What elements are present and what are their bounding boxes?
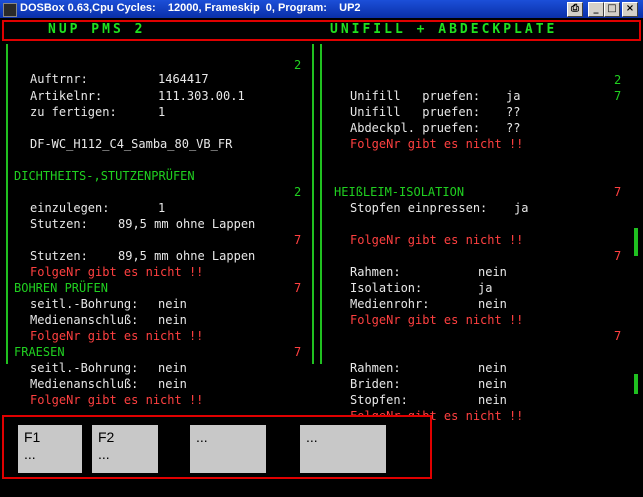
stopfen-einpressen-label: Stopfen einpressen: — [350, 201, 488, 215]
folgenr-warning: FolgeNr gibt es nicht !! — [350, 233, 524, 247]
rahmen-value: nein — [478, 265, 507, 279]
scrollbar-marker-2 — [634, 374, 638, 394]
right-step-number: 2 — [614, 73, 622, 87]
scrollbar-marker-1 — [634, 228, 638, 256]
center-divider-b — [320, 44, 322, 364]
auftrnr-value: 1464417 — [158, 72, 209, 86]
right-sequence-number: 7 — [614, 249, 622, 263]
medienrohr-label: Medienrohr: — [350, 297, 430, 311]
medienanschluss-label: Medienanschluß: — [30, 377, 139, 391]
seitl-bohrung-label: seitl.-Bohrung: — [30, 361, 139, 375]
section-bohren-number: 7 — [294, 281, 302, 295]
folgenr-warning: FolgeNr gibt es nicht !! — [350, 137, 524, 151]
abdeckpl-pruefen-value: ?? — [506, 121, 521, 135]
minimize-button[interactable]: _ — [588, 2, 604, 17]
section-dichtheit-title: DICHTHEITS-,STUTZENPRÜFEN — [14, 169, 195, 183]
right-sequence-number: 7 — [614, 89, 622, 103]
medienanschluss-value: nein — [158, 377, 187, 391]
window-title: DOSBox 0.63,Cpu Cycles: 12000, Frameskip… — [20, 2, 361, 14]
stopfen-einpressen-value: ja — [514, 201, 529, 215]
header-station-title: UNIFILL + ABDECKPLATE — [330, 22, 558, 37]
snapshot-icon[interactable]: ⎙ — [567, 2, 583, 17]
briden-label: Briden: — [350, 377, 401, 391]
zu-fertigen-value: 1 — [158, 105, 166, 119]
unifill-pruefen-label: Unifill pruefen: — [350, 89, 481, 103]
section-heissleim-title: HEIßLEIM-ISOLATION — [334, 185, 465, 199]
medienanschluss-value: nein — [158, 313, 187, 327]
article-code: DF-WC_H112_C4_Samba_80_VB_FR — [30, 137, 233, 151]
step-number: 2 — [294, 58, 302, 72]
section-dichtheit-number: 2 — [294, 185, 302, 199]
section-bohren-title: BOHREN PRÜFEN — [14, 281, 108, 295]
unifill-pruefen-label: Unifill pruefen: — [350, 105, 481, 119]
left-divider — [6, 44, 8, 364]
seitl-bohrung-value: nein — [158, 361, 187, 375]
seitl-bohrung-label: seitl.-Bohrung: — [30, 297, 139, 311]
stutzen-value: 89,5 mm ohne Lappen — [118, 249, 256, 263]
sequence-number: 7 — [294, 233, 302, 247]
maximize-button[interactable]: □ — [604, 2, 620, 17]
auftrnr-label: Auftrnr: — [30, 72, 88, 86]
f2-key-label: F2 — [98, 429, 115, 445]
function-key-button-3[interactable]: ... — [190, 425, 266, 473]
screen-header: NUP PMS 2 UNIFILL + ABDECKPLATE — [2, 20, 641, 41]
medienanschluss-label: Medienanschluß: — [30, 313, 139, 327]
close-button[interactable]: × — [622, 2, 638, 17]
header-program-title: NUP PMS 2 — [48, 22, 146, 37]
function-key-bar: F1 ... F2 ... ... ... — [2, 415, 432, 479]
dosbox-app-icon[interactable] — [3, 3, 17, 17]
briden-value: nein — [478, 377, 507, 391]
section-heissleim-number: 7 — [614, 185, 622, 199]
stutzen-label: Stutzen: — [30, 249, 88, 263]
function-key-3-action-label: ... — [196, 429, 208, 445]
center-divider-a — [312, 44, 314, 364]
einzulegen-label: einzulegen: — [30, 201, 110, 215]
abdeckpl-pruefen-label: Abdeckpl. pruefen: — [350, 121, 481, 135]
artikelnr-label: Artikelnr: — [30, 89, 103, 103]
folgenr-warning: FolgeNr gibt es nicht !! — [350, 313, 524, 327]
f1-action-label: ... — [24, 446, 36, 462]
folgenr-warning: FolgeNr gibt es nicht !! — [30, 329, 204, 343]
artikelnr-value: 111.303.00.1 — [158, 89, 245, 103]
f2-action-label: ... — [98, 446, 110, 462]
medienrohr-value: nein — [478, 297, 507, 311]
f2-button[interactable]: F2 ... — [92, 425, 158, 473]
folgenr-warning: FolgeNr gibt es nicht !! — [30, 393, 204, 407]
stopfen-label: Stopfen: — [350, 393, 408, 407]
function-key-button-4[interactable]: ... — [300, 425, 386, 473]
function-key-4-action-label: ... — [306, 429, 318, 445]
rahmen-label: Rahmen: — [350, 361, 401, 375]
stutzen-label: Stutzen: — [30, 217, 88, 231]
section-fraesen-title: FRAESEN — [14, 345, 65, 359]
unifill-pruefen-value: ?? — [506, 105, 521, 119]
zu-fertigen-label: zu fertigen: — [30, 105, 117, 119]
folgenr-warning: FolgeNr gibt es nicht !! — [30, 265, 204, 279]
isolation-label: Isolation: — [350, 281, 423, 295]
window-titlebar[interactable]: DOSBox 0.63,Cpu Cycles: 12000, Frameskip… — [0, 0, 643, 18]
rahmen-value: nein — [478, 361, 507, 375]
f1-button[interactable]: F1 ... — [18, 425, 82, 473]
stutzen-value: 89,5 mm ohne Lappen — [118, 217, 256, 231]
rahmen-label: Rahmen: — [350, 265, 401, 279]
stopfen-value: nein — [478, 393, 507, 407]
section-fraesen-number: 7 — [294, 345, 302, 359]
seitl-bohrung-value: nein — [158, 297, 187, 311]
f1-key-label: F1 — [24, 429, 41, 445]
right-sequence-number: 7 — [614, 329, 622, 343]
unifill-pruefen-value: ja — [506, 89, 521, 103]
einzulegen-value: 1 — [158, 201, 166, 215]
isolation-value: ja — [478, 281, 493, 295]
